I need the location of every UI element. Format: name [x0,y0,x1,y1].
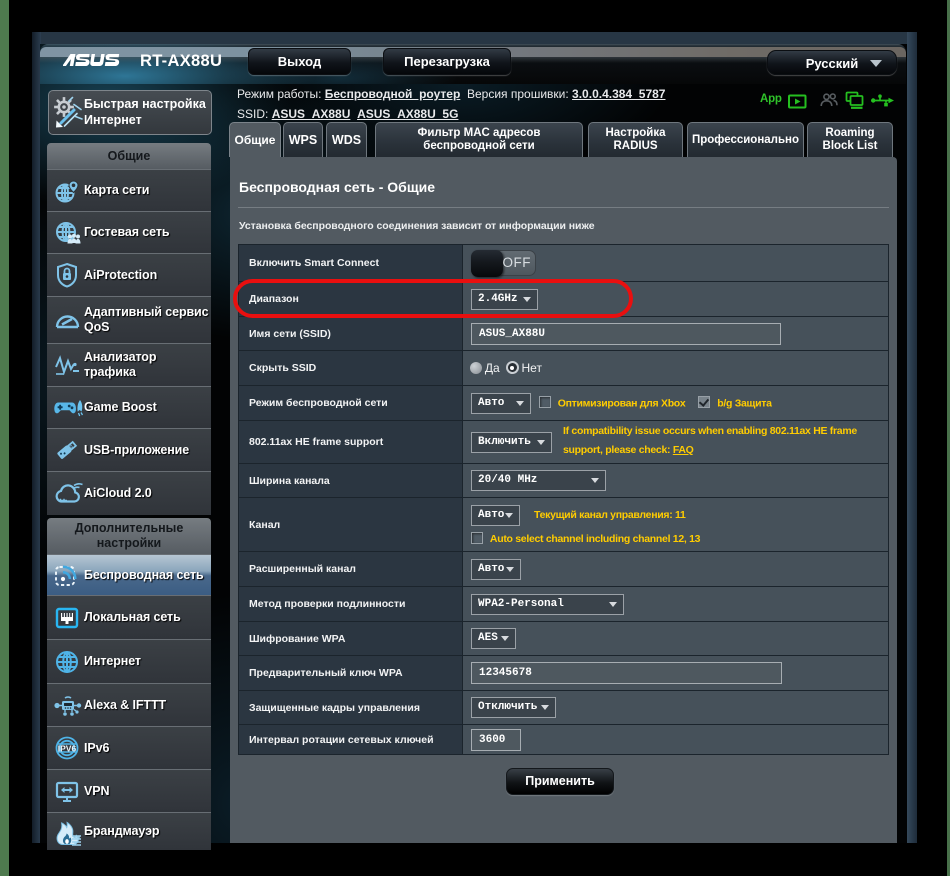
svg-text:IPV6: IPV6 [58,744,77,754]
